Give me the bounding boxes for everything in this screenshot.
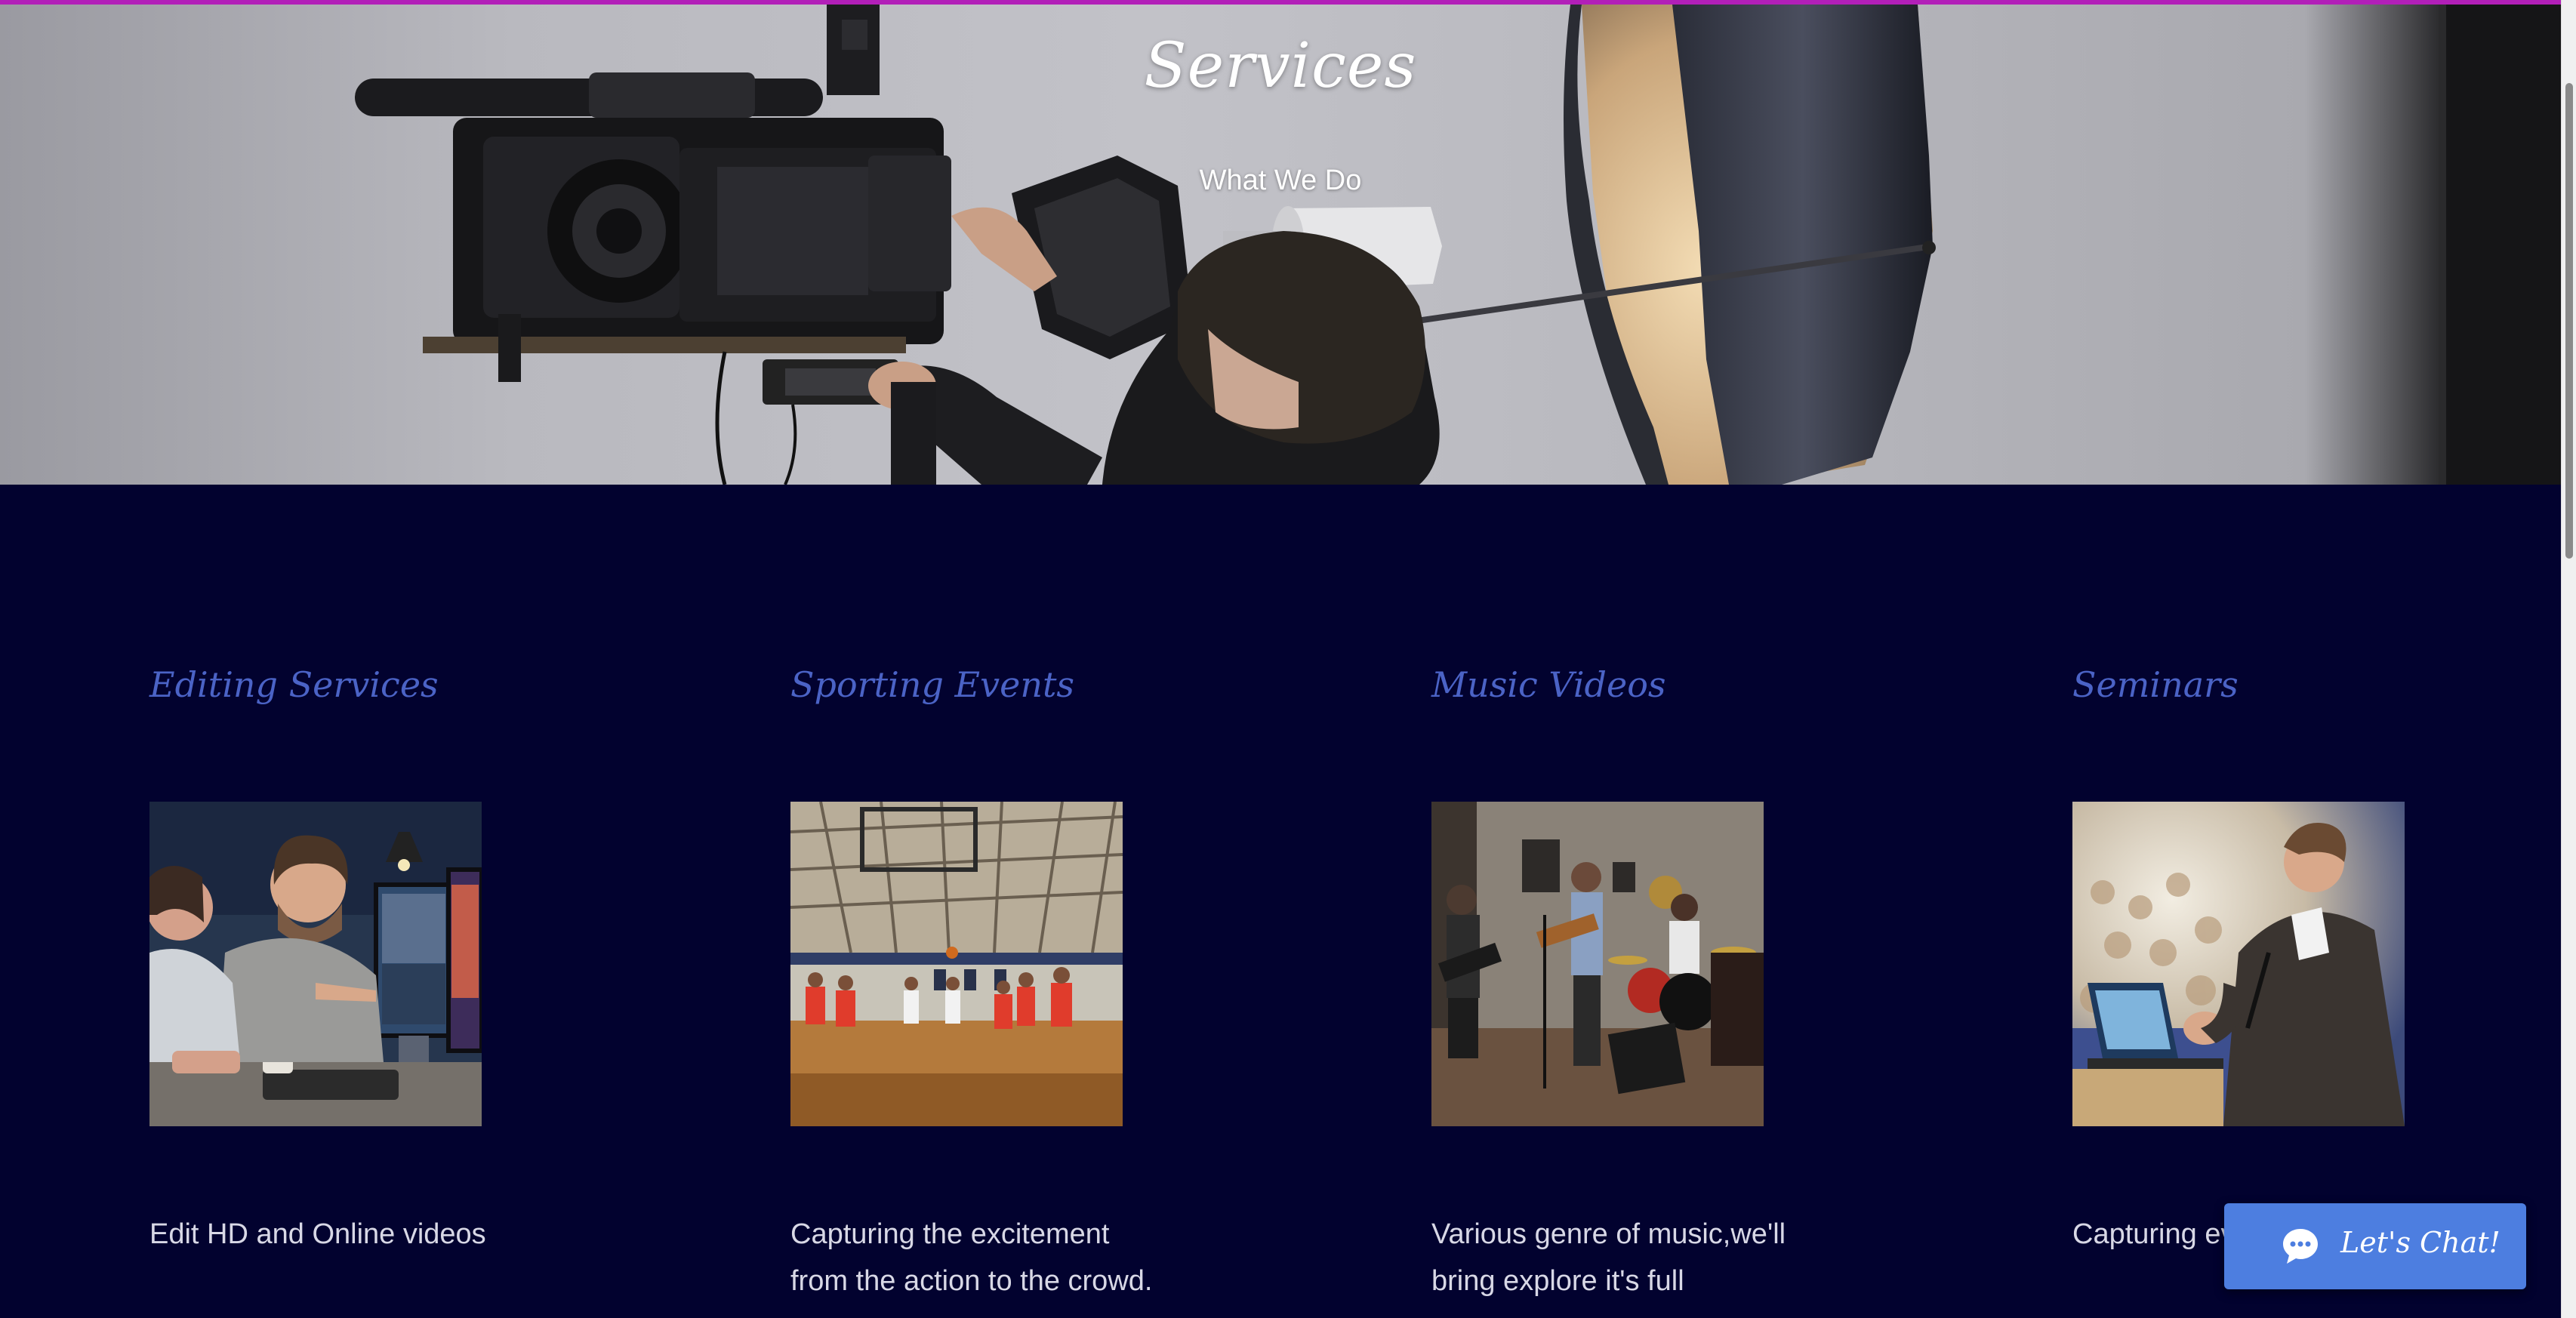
services-section: Editing Services Edit HD and Online vide… — [0, 485, 2561, 1318]
service-title[interactable]: Editing Services — [149, 664, 439, 705]
service-description: Various genre of music,we'll bring explo… — [1431, 1218, 1786, 1297]
page-subtitle: What We Do — [1199, 165, 1362, 196]
service-title[interactable]: Music Videos — [1431, 664, 1666, 705]
top-accent-bar — [0, 0, 2561, 5]
service-title[interactable]: Sporting Events — [790, 664, 1074, 705]
sporting-events-image[interactable] — [790, 802, 1123, 1126]
chat-bubble-icon — [2283, 1229, 2318, 1264]
page-title: Services — [1144, 30, 1417, 102]
chat-button[interactable]: Let's Chat! — [2224, 1203, 2526, 1289]
editing-services-image[interactable] — [149, 802, 482, 1126]
scrollbar-thumb[interactable] — [2565, 83, 2573, 559]
chat-button-label: Let's Chat! — [2340, 1226, 2501, 1259]
music-videos-image[interactable] — [1431, 802, 1764, 1126]
service-title[interactable]: Seminars — [2072, 664, 2239, 705]
service-description: Capturing the excitement from the action… — [790, 1218, 1153, 1297]
page-scrollbar[interactable] — [2561, 0, 2576, 1318]
service-description: Edit HD and Online videos — [149, 1218, 486, 1250]
page: Services What We Do Editing Services Edi… — [0, 0, 2576, 1318]
seminars-image[interactable] — [2072, 802, 2405, 1126]
hero-banner: Services What We Do — [0, 5, 2561, 485]
